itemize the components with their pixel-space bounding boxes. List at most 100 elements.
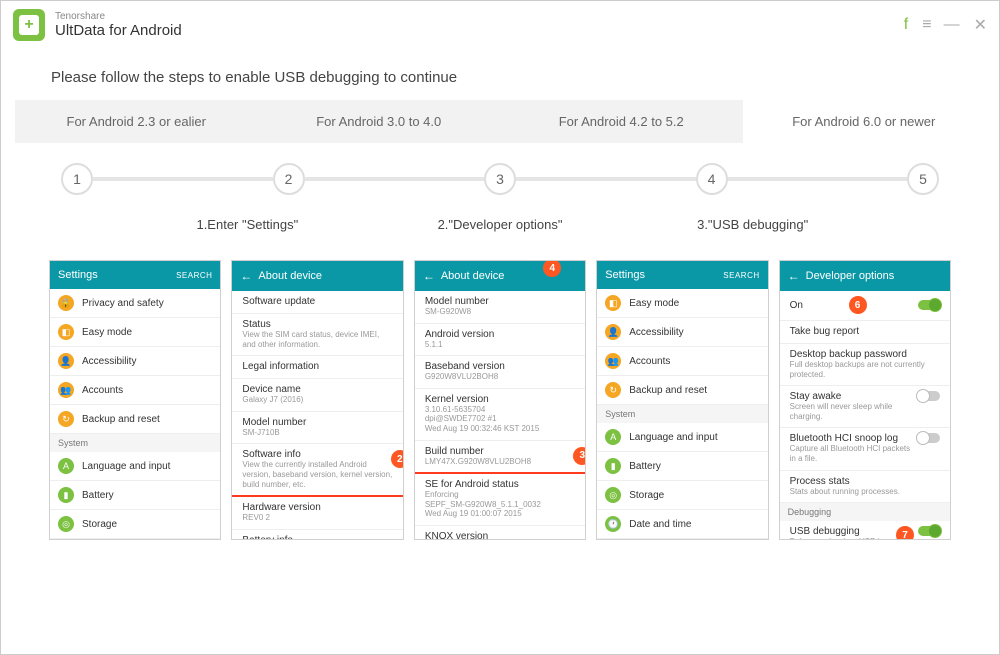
item-label: Accessibility — [629, 327, 683, 338]
header-title: Settings — [58, 269, 98, 281]
item-title: SE for Android status — [425, 479, 575, 490]
item-title: Desktop backup password — [790, 349, 940, 360]
item-title: Android version — [425, 329, 575, 340]
close-icon[interactable]: ✕ — [974, 15, 987, 35]
storage-icon: ◎ — [58, 516, 74, 532]
item-label: Privacy and safety — [82, 298, 164, 309]
tab-android-23[interactable]: For Android 2.3 or ealier — [15, 100, 258, 143]
accounts-icon: 👥 — [58, 382, 74, 398]
item-sub: Capture all Bluetooth HCI packets in a f… — [790, 444, 918, 463]
stay-awake-toggle — [918, 391, 940, 401]
item-sub: G920W8VLU2BOH8 — [425, 372, 575, 382]
step-5: 5 — [907, 163, 939, 195]
accessibility-icon: 👤 — [58, 353, 74, 369]
phone-settings-1: Settings SEARCH 🔒Privacy and safety ◧Eas… — [49, 260, 221, 540]
list-item: 🕐 Date and time — [597, 510, 767, 539]
tab-android-60[interactable]: For Android 6.0 or newer — [743, 100, 986, 143]
step-4: 4 — [696, 163, 728, 195]
detail-item: Android version5.1.1 — [415, 324, 585, 357]
developer-options-row: {}Developer options 5 — [597, 539, 767, 540]
storage-icon: ◎ — [605, 487, 621, 503]
item-label: Accounts — [82, 385, 123, 396]
software-info-row: Software infoView the currently installe… — [232, 444, 402, 497]
item-title: Legal information — [242, 361, 392, 372]
detail-item: Battery infoView your device's battery s… — [232, 530, 402, 540]
list-item: 🕐Date and time — [50, 539, 220, 540]
detail-item: Desktop backup passwordFull desktop back… — [780, 344, 950, 386]
on-label: On — [790, 300, 803, 311]
share-icon[interactable]: f — [904, 16, 908, 34]
back-icon: ← — [423, 269, 435, 283]
detail-item: Stay awakeScreen will never sleep while … — [780, 386, 950, 428]
phone-header: ←Developer options — [780, 261, 950, 291]
back-icon: ← — [240, 269, 252, 283]
marker-6: 6 — [849, 296, 867, 314]
item-label: Storage — [629, 490, 664, 501]
list-item: 👥Accounts — [597, 347, 767, 376]
step-label-3: 3."USB debugging" — [626, 217, 999, 232]
menu-icon[interactable]: ≡ — [922, 16, 929, 34]
section-label: System — [50, 434, 220, 452]
tabs-container: For Android 2.3 or ealier For Android 3.… — [1, 100, 999, 143]
list-item: ↻Backup and reset — [597, 376, 767, 405]
list-item: ALanguage and input — [50, 452, 220, 481]
item-label: Date and time — [629, 519, 691, 530]
header-title: Settings — [605, 269, 645, 281]
step-2: 2 — [273, 163, 305, 195]
minimize-icon[interactable]: — — [944, 16, 960, 34]
item-sub: Debug mode when USB is connected. — [790, 537, 896, 540]
step-line — [728, 177, 908, 181]
item-sub: REV0 2 — [242, 513, 392, 523]
detail-item: SE for Android statusEnforcing SEPF_SM-G… — [415, 474, 585, 526]
easy-icon: ◧ — [58, 324, 74, 340]
item-label: Easy mode — [629, 298, 679, 309]
item-title: Battery info — [242, 535, 392, 540]
item-sub: SM-J710B — [242, 428, 392, 438]
tabs: For Android 2.3 or ealier For Android 3.… — [15, 100, 985, 143]
titlebar: Tenorshare UltData for Android f ≡ — ✕ — [1, 1, 999, 49]
item-title: Kernel version — [425, 394, 575, 405]
item-label: Language and input — [82, 461, 170, 472]
item-sub: 3.10.61-5635704 dpi@SWDE7702 #1 Wed Aug … — [425, 405, 575, 434]
item-title: Model number — [242, 417, 392, 428]
date-icon: 🕐 — [605, 516, 621, 532]
dev-options-toggle — [918, 300, 940, 310]
item-sub: Stats about running processes. — [790, 487, 940, 497]
step-line — [516, 177, 696, 181]
search-label: SEARCH — [176, 271, 212, 280]
item-label: Accessibility — [82, 356, 136, 367]
item-sub: View the currently installed Android ver… — [242, 460, 392, 489]
item-sub: Full desktop backups are not currently p… — [790, 360, 940, 379]
step-labels: 1.Enter "Settings" 2."Developer options"… — [1, 205, 999, 240]
tab-android-30[interactable]: For Android 3.0 to 4.0 — [258, 100, 501, 143]
detail-item: Hardware versionREV0 2 — [232, 497, 402, 530]
item-label: Language and input — [629, 432, 717, 443]
language-icon: A — [605, 429, 621, 445]
backup-icon: ↻ — [58, 411, 74, 427]
item-sub: Enforcing SEPF_SM-G920W8_5.1.1_0032 Wed … — [425, 490, 575, 519]
phone-settings-2: SettingsSEARCH ◧Easy mode 👤Accessibility… — [596, 260, 768, 540]
item-sub: 5.1.1 — [425, 340, 575, 350]
usb-debugging-row: USB debuggingDebug mode when USB is conn… — [780, 521, 950, 540]
detail-item: Kernel version3.10.61-5635704 dpi@SWDE77… — [415, 389, 585, 441]
item-sub: Screen will never sleep while charging. — [790, 402, 918, 421]
on-toggle-row: On 6 — [780, 291, 950, 321]
phone-header: ← About device — [232, 261, 402, 291]
header-title: About device — [258, 270, 322, 282]
phone-header: SettingsSEARCH — [597, 261, 767, 289]
item-title: USB debugging — [790, 526, 896, 537]
item-label: Accounts — [629, 356, 670, 367]
tab-android-42[interactable]: For Android 4.2 to 5.2 — [500, 100, 743, 143]
app-logo-icon — [13, 9, 45, 41]
item-title: KNOX version — [425, 531, 575, 540]
item-label: Easy mode — [82, 327, 132, 338]
item-label: Backup and reset — [82, 414, 160, 425]
item-sub: Galaxy J7 (2016) — [242, 395, 392, 405]
section-label: Debugging — [780, 503, 950, 521]
list-item: ◎Storage — [50, 510, 220, 539]
item-sub: SM-G920W8 — [425, 307, 575, 317]
item-title: Status — [242, 319, 392, 330]
item-label: Battery — [82, 490, 114, 501]
detail-item: Software update — [232, 291, 402, 314]
phone-header: ←About device 4 — [415, 261, 585, 291]
